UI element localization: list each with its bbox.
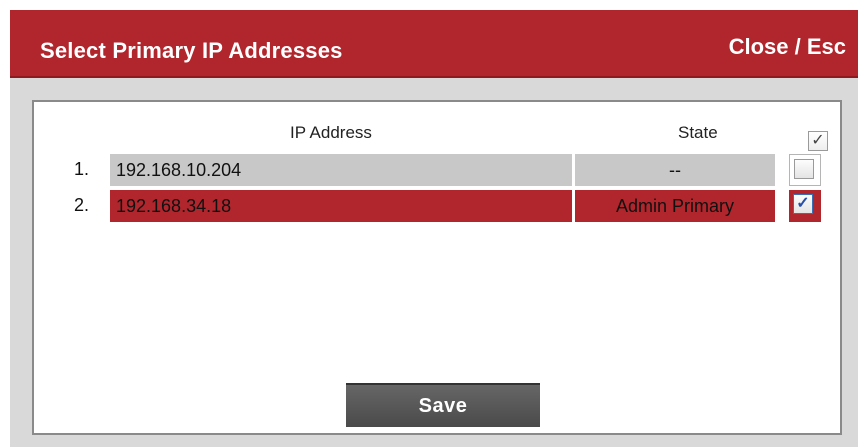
ip-address-table: IP Address State ✓ 1. 192.168.10.204 -- … (32, 100, 842, 435)
table-row[interactable]: 2. 192.168.34.18 Admin Primary ✓ (34, 190, 840, 222)
row-number: 1. (74, 159, 90, 179)
state-cell: Admin Primary (575, 190, 775, 222)
ip-address-cell: 192.168.34.18 (110, 190, 572, 222)
select-all-checkbox[interactable]: ✓ (808, 131, 828, 151)
row-checkbox[interactable] (794, 159, 814, 179)
ip-address-cell: 192.168.10.204 (110, 154, 572, 186)
table-row[interactable]: 1. 192.168.10.204 -- (34, 154, 840, 186)
close-button[interactable]: Close / Esc (729, 34, 846, 60)
dialog-titlebar: Select Primary IP Addresses Close / Esc (10, 10, 858, 78)
save-button[interactable]: Save (346, 383, 540, 427)
row-number: 2. (74, 195, 90, 215)
row-checkbox-cell: ✓ (789, 190, 821, 222)
select-primary-ip-dialog: Select Primary IP Addresses Close / Esc … (10, 10, 858, 447)
ip-address-header: IP Address (290, 123, 372, 142)
row-checkbox[interactable]: ✓ (793, 194, 813, 214)
row-checkbox-cell (789, 154, 821, 186)
state-cell: -- (575, 154, 775, 186)
dialog-title: Select Primary IP Addresses (40, 38, 343, 63)
state-header: State (678, 123, 718, 142)
